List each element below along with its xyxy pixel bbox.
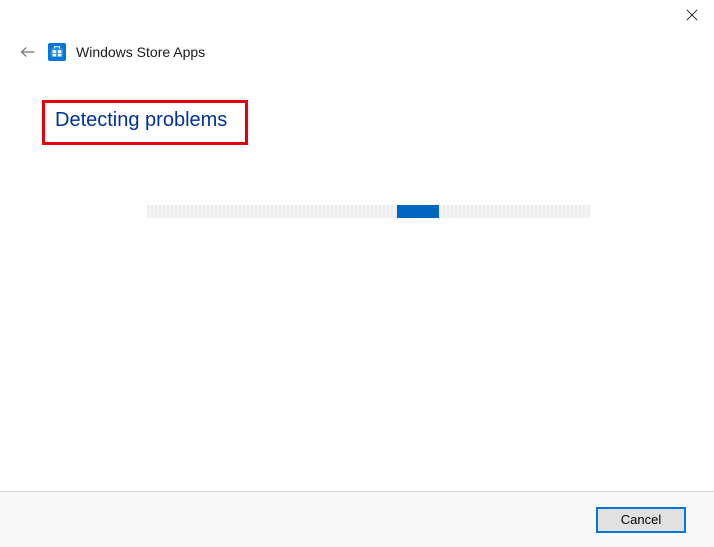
progress-bar xyxy=(147,205,591,218)
titlebar xyxy=(669,0,714,40)
cancel-button[interactable]: Cancel xyxy=(596,507,686,533)
back-button[interactable] xyxy=(18,42,38,62)
progress-indicator xyxy=(397,205,439,218)
footer: Cancel xyxy=(0,491,714,547)
back-arrow-icon xyxy=(19,43,37,61)
page-heading: Detecting problems xyxy=(55,109,227,132)
header: Windows Store Apps xyxy=(18,42,205,62)
close-button[interactable] xyxy=(669,0,714,30)
app-title: Windows Store Apps xyxy=(76,44,205,60)
close-icon xyxy=(685,8,699,22)
windows-store-icon xyxy=(48,43,66,61)
heading-highlight-box: Detecting problems xyxy=(42,100,248,145)
